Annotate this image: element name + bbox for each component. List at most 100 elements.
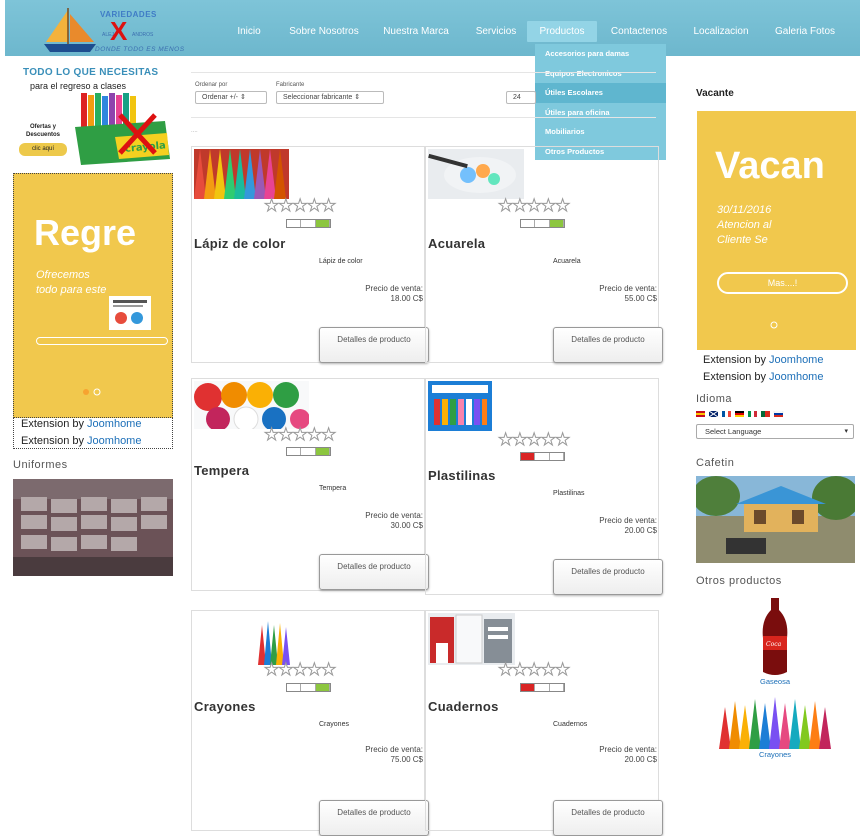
product-image-plastilinas[interactable]	[428, 381, 492, 431]
rating-stars: ★★★★★	[263, 660, 336, 680]
manufacturer-label: Fabricante	[276, 82, 305, 88]
product-card: ★★★★★ Crayones Crayones Precio de venta:…	[191, 610, 429, 836]
product-name[interactable]: Cuadernos	[428, 699, 499, 714]
product-name[interactable]: Lápiz de color	[194, 236, 286, 251]
product-desc: Lápiz de color	[319, 258, 363, 265]
order-by-value: Ordenar +/-	[202, 94, 240, 101]
rating-stars: ★★★★★	[497, 660, 570, 680]
dropdown-item-utiles-escolares[interactable]: Útiles Escolares	[535, 83, 666, 103]
promo-click-button[interactable]: clic aquí	[19, 143, 67, 156]
product-desc: Plastilinas	[553, 490, 585, 497]
idioma-heading: Idioma	[696, 393, 733, 405]
language-select[interactable]: Select Language ▾	[696, 424, 854, 439]
logo-title: VARIEDADES	[100, 10, 157, 19]
result-ellipsis: ....	[191, 128, 198, 134]
rating-stars: ★★★★★	[263, 196, 336, 216]
product-name[interactable]: Tempera	[194, 463, 249, 478]
cafetin-photo[interactable]	[696, 476, 855, 563]
cafetin-heading: Cafetin	[696, 457, 735, 469]
per-page-select[interactable]: 24	[506, 91, 536, 104]
product-image-tempera[interactable]	[194, 381, 309, 429]
otros-productos-heading: Otros productos	[696, 575, 782, 587]
nav-productos[interactable]: Productos	[527, 21, 597, 42]
dropdown-item-utiles-oficina[interactable]: Útiles para oficina	[535, 103, 666, 123]
dropdown-item-mobiliarios[interactable]: Mobiliarios	[535, 122, 666, 142]
right-slider-title: Vacan	[715, 145, 825, 187]
productos-dropdown: Accesorios para damas Equipos Electronic…	[535, 44, 666, 160]
nav-galeria-fotos[interactable]: Galeria Fotos	[765, 21, 845, 42]
nav-nuestra-marca[interactable]: Nuestra Marca	[376, 21, 456, 42]
soda-bottle-image[interactable]: Coca	[759, 598, 791, 676]
rating-bar	[286, 447, 331, 456]
left-extension-credit-2: Extension by Joomhome	[21, 435, 141, 447]
price-value: 30.00 C$	[390, 521, 423, 530]
order-by-select[interactable]: Ordenar +/- ⇕	[195, 91, 267, 104]
left-slider[interactable]: Regre Ofrecemos todo para este	[13, 173, 173, 418]
joomhome-link[interactable]: Joomhome	[769, 371, 823, 383]
manufacturer-select[interactable]: Seleccionar fabricante ⇕	[276, 91, 384, 104]
joomhome-link[interactable]: Joomhome	[87, 435, 141, 447]
product-image-cuadernos[interactable]	[428, 613, 515, 665]
product-details-button[interactable]: Detalles de producto	[319, 554, 429, 590]
product-card: ★★★★★ Plastilinas Plastilinas Precio de …	[425, 378, 663, 595]
rating-bar	[520, 219, 565, 228]
dropdown-item-accesorios[interactable]: Accesorios para damas	[535, 44, 666, 64]
svg-text:Coca: Coca	[766, 641, 782, 648]
language-flags-icon[interactable]	[696, 411, 796, 419]
product-image-lapiz[interactable]	[194, 149, 289, 199]
joomhome-link[interactable]: Joomhome	[769, 354, 823, 366]
toolbar-top-divider	[191, 72, 656, 73]
product-label-gaseosa[interactable]: Gaseosa	[735, 677, 815, 686]
right-slider[interactable]: Vacan 30/11/2016 Atencion al Cliente Se …	[697, 111, 856, 350]
promo-offers: Ofertas y Descuentos	[25, 124, 60, 138]
right-slider-dot[interactable]	[770, 321, 778, 329]
dropdown-item-equipos[interactable]: Equipos Electronicos	[535, 64, 666, 84]
product-name[interactable]: Crayones	[194, 699, 256, 714]
product-details-button[interactable]: Detalles de producto	[319, 327, 429, 363]
joomhome-link[interactable]: Joomhome	[87, 418, 141, 430]
promo-heading: TODO LO QUE NECESITAS	[23, 67, 159, 78]
product-card: ★★★★★ Acuarela Acuarela Precio de venta:…	[425, 146, 663, 363]
crayon-box-image: crayola	[75, 93, 170, 165]
back-to-school-promo[interactable]: TODO LO QUE NECESITAS para el regreso a …	[13, 63, 173, 165]
promo-subheading: para el regreso a clases	[30, 81, 127, 91]
logo-x-mark: X	[110, 16, 128, 46]
product-image-crayones[interactable]	[194, 613, 290, 665]
crayons-image[interactable]	[717, 687, 832, 749]
nav-sobre-nosotros[interactable]: Sobre Nosotros	[281, 21, 367, 42]
ext-prefix: Extension by	[21, 435, 84, 447]
product-details-button[interactable]: Detalles de producto	[319, 800, 429, 836]
price-value: 20.00 C$	[624, 526, 657, 535]
rating-stars: ★★★★★	[497, 196, 570, 216]
ext-prefix: Extension by	[703, 371, 766, 383]
nav-localizacion[interactable]: Localizacion	[685, 21, 757, 42]
sailboat-logo-icon	[44, 8, 96, 52]
product-details-button[interactable]: Detalles de producto	[553, 559, 663, 595]
rating-bar	[520, 452, 565, 461]
logo-slogan: DONDE TODO ES MENOS	[95, 46, 185, 53]
product-details-button[interactable]: Detalles de producto	[553, 327, 663, 363]
product-details-button[interactable]: Detalles de producto	[553, 800, 663, 836]
product-desc: Acuarela	[553, 258, 581, 265]
price-label: Precio de venta:	[365, 511, 423, 520]
price-label: Precio de venta:	[599, 516, 657, 525]
nav-servicios[interactable]: Servicios	[466, 21, 526, 42]
right-extension-credit-1: Extension by Joomhome	[703, 354, 823, 366]
rating-bar	[286, 219, 331, 228]
nav-contactenos[interactable]: Contactenos	[603, 21, 675, 42]
product-label-crayones[interactable]: Crayones	[735, 750, 815, 759]
left-slider-progress	[36, 337, 168, 345]
left-slider-dots[interactable]	[82, 388, 104, 396]
uniformes-photo[interactable]	[13, 479, 173, 576]
product-image-acuarela[interactable]	[428, 149, 524, 199]
product-name[interactable]: Plastilinas	[428, 468, 496, 483]
product-name[interactable]: Acuarela	[428, 236, 485, 251]
site-logo[interactable]: VARIEDADES ALEJ X ANDROS DONDE TODO ES M…	[40, 6, 205, 54]
left-extension-credit-1: Extension by Joomhome	[21, 418, 141, 430]
mas-button[interactable]: Mas....!	[717, 272, 848, 294]
chevron-down-icon: ⇕	[239, 94, 246, 101]
chevron-down-icon: ⇕	[354, 94, 361, 101]
rating-stars: ★★★★★	[263, 425, 336, 445]
toolbar-bottom-divider	[191, 117, 656, 118]
nav-inicio[interactable]: Inicio	[229, 21, 269, 42]
